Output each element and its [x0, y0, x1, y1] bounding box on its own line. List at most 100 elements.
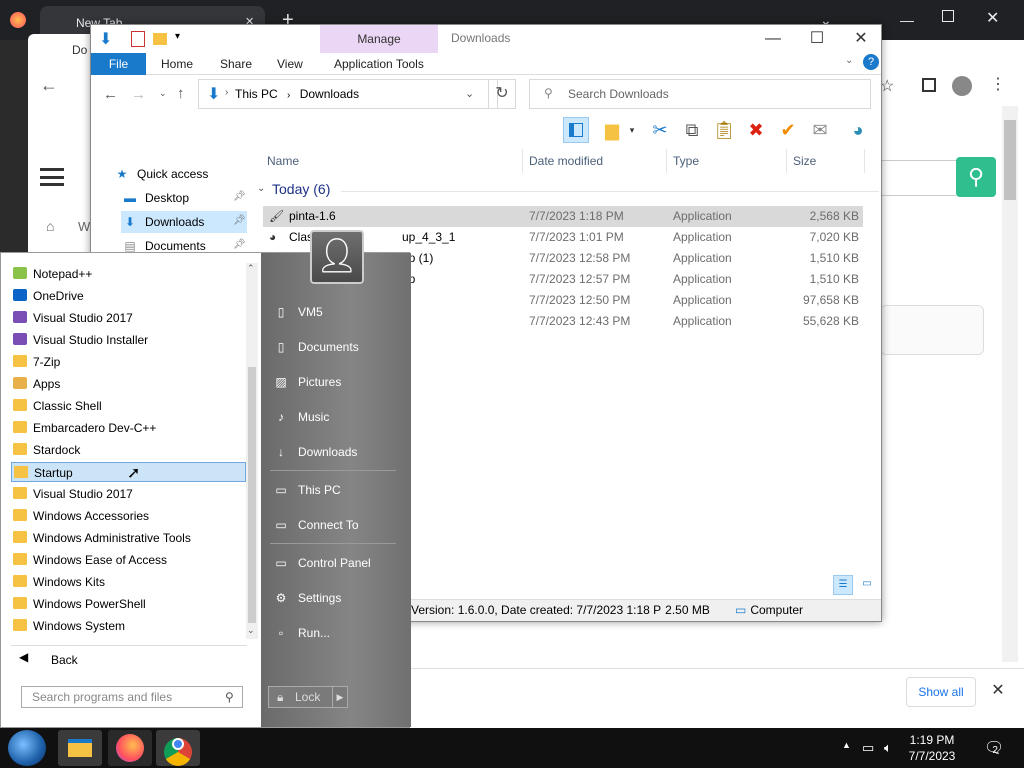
- window-close-icon[interactable]: ✕: [986, 8, 999, 28]
- column-header-date[interactable]: Date modified: [523, 149, 667, 173]
- cut-icon[interactable]: ✂: [647, 117, 673, 143]
- explorer-search-input[interactable]: ⚲ Search Downloads: [529, 79, 871, 109]
- web-search-input[interactable]: [876, 160, 956, 196]
- inner-tab-fragment[interactable]: Do: [28, 34, 98, 66]
- program-item[interactable]: 7-Zip: [11, 352, 246, 372]
- start-shortcut-connect-to[interactable]: ▭ Connect To: [272, 512, 402, 538]
- window-minimize-icon[interactable]: —: [900, 12, 914, 28]
- web-breadcrumb[interactable]: W: [78, 219, 90, 234]
- nav-back-icon[interactable]: ←: [103, 86, 118, 103]
- network-icon[interactable]: ▭: [862, 740, 874, 756]
- start-shortcut-this-pc[interactable]: ▭ This PC: [272, 477, 402, 503]
- notification-center-icon[interactable]: 🗨︎2: [984, 738, 1004, 758]
- explorer-minimize-button[interactable]: —: [751, 25, 795, 53]
- nav-up-icon[interactable]: ↑: [177, 85, 185, 102]
- new-folder-icon[interactable]: [153, 33, 167, 45]
- start-shortcut-run[interactable]: ▫ Run...: [272, 620, 402, 646]
- email-icon[interactable]: ✉: [807, 117, 833, 143]
- ribbon-tab-view[interactable]: View: [277, 53, 303, 75]
- browser-scroll-thumb[interactable]: [1004, 120, 1016, 200]
- address-segment-downloads[interactable]: Downloads: [300, 87, 359, 101]
- program-item[interactable]: Embarcadero Dev-C++: [11, 418, 246, 438]
- folder-options-dropdown-icon[interactable]: ▾: [619, 117, 645, 143]
- program-item[interactable]: Windows System: [11, 616, 246, 636]
- program-item[interactable]: Visual Studio 2017: [11, 308, 246, 328]
- scroll-down-icon[interactable]: ⌄: [247, 625, 255, 636]
- file-row[interactable]: 🖌︎ pinta-1.6 7/7/2023 1:18 PM Application 2,…: [263, 206, 863, 227]
- program-item[interactable]: Visual Studio Installer: [11, 330, 246, 350]
- program-item[interactable]: Windows Administrative Tools: [11, 528, 246, 548]
- help-icon[interactable]: ?: [863, 54, 879, 70]
- sidebar-toggle-icon[interactable]: [922, 78, 936, 92]
- program-item[interactable]: OneDrive: [11, 286, 246, 306]
- taskbar-chrome-icon[interactable]: [156, 730, 200, 766]
- profile-avatar-icon[interactable]: [952, 76, 972, 96]
- properties-icon[interactable]: [131, 31, 145, 47]
- customize-qat-icon[interactable]: ▾: [175, 31, 180, 42]
- shutdown-options-icon[interactable]: ▶: [332, 686, 348, 708]
- taskbar-explorer-icon[interactable]: [58, 730, 102, 766]
- program-item[interactable]: Windows PowerShell: [11, 594, 246, 614]
- start-shortcut-pictures[interactable]: ▨ Pictures: [272, 369, 402, 395]
- refresh-button[interactable]: ↻: [488, 79, 516, 109]
- download-bar-close-icon[interactable]: ✕: [988, 680, 1008, 700]
- taskbar-clock[interactable]: 1:19 PM 7/7/2023: [902, 732, 962, 764]
- program-item[interactable]: Stardock: [11, 440, 246, 460]
- properties-check-icon[interactable]: ✔: [775, 117, 801, 143]
- program-item[interactable]: Classic Shell: [11, 396, 246, 416]
- ribbon-tab-share[interactable]: Share: [220, 53, 252, 75]
- copy-icon[interactable]: ⧉: [679, 117, 705, 143]
- nav-item-downloads[interactable]: ⬇ Downloads: [121, 211, 204, 233]
- start-shortcut-control-panel[interactable]: ▭ Control Panel: [272, 550, 402, 576]
- column-header-size[interactable]: Size: [787, 149, 865, 173]
- recent-locations-icon[interactable]: ⌄: [159, 88, 167, 99]
- explorer-maximize-button[interactable]: ☐: [795, 25, 839, 53]
- nav-forward-icon[interactable]: →: [131, 86, 146, 103]
- explorer-close-button[interactable]: ✕: [839, 25, 883, 53]
- group-header[interactable]: Today (6): [272, 181, 330, 197]
- bookmark-star-icon[interactable]: ☆: [880, 76, 894, 96]
- program-scroll-thumb[interactable]: [248, 367, 256, 623]
- large-icons-view-icon[interactable]: ▭: [857, 575, 877, 595]
- delete-icon[interactable]: ✖: [743, 117, 769, 143]
- user-avatar-icon[interactable]: 👤︎: [310, 230, 364, 284]
- start-orb-icon[interactable]: [8, 730, 46, 766]
- ribbon-tab-home[interactable]: Home: [161, 53, 193, 75]
- scroll-up-icon[interactable]: ⌃: [247, 263, 255, 274]
- paste-icon[interactable]: 📋︎: [711, 117, 737, 143]
- start-shortcut-documents[interactable]: ▯ Documents: [272, 334, 402, 360]
- back-button[interactable]: Back: [11, 649, 251, 671]
- menu-kebab-icon[interactable]: ⋮: [990, 74, 1006, 94]
- program-item[interactable]: Windows Kits: [11, 572, 246, 592]
- start-shortcut-settings[interactable]: ⚙ Settings: [272, 585, 402, 611]
- program-item[interactable]: Windows Ease of Access: [11, 550, 246, 570]
- address-bar[interactable]: ⬇ › This PC › Downloads ⌄: [198, 79, 498, 109]
- show-all-button[interactable]: Show all: [906, 677, 976, 707]
- column-header-type[interactable]: Type: [667, 149, 787, 173]
- program-item[interactable]: Apps: [11, 374, 246, 394]
- window-maximize-icon[interactable]: [942, 10, 954, 22]
- program-item[interactable]: Notepad++: [11, 264, 246, 284]
- ribbon-tab-file[interactable]: File: [91, 53, 146, 75]
- start-shortcut-vm5[interactable]: ▯ VM5: [272, 299, 402, 325]
- taskbar-firefox-icon[interactable]: [108, 730, 152, 766]
- details-view-icon[interactable]: ☰: [833, 575, 853, 595]
- nav-item-desktop[interactable]: ▬ Desktop: [121, 187, 189, 209]
- network-globe-icon[interactable]: ◕: [845, 117, 871, 143]
- navigation-pane-icon[interactable]: [563, 117, 589, 143]
- start-search-input[interactable]: Search programs and files: [21, 686, 243, 708]
- ribbon-tab-application-tools[interactable]: Application Tools: [334, 53, 424, 75]
- start-shortcut-music[interactable]: ♪ Music: [272, 404, 402, 430]
- address-dropdown-icon[interactable]: ⌄: [465, 87, 474, 100]
- address-segment-this-pc[interactable]: This PC: [235, 87, 278, 101]
- back-arrow-icon[interactable]: ←: [40, 75, 58, 96]
- start-shortcut-downloads[interactable]: ↓ Downloads: [272, 439, 402, 465]
- lock-button[interactable]: 🔒︎ Lock: [268, 686, 336, 708]
- ribbon-expand-icon[interactable]: ⌄: [845, 55, 853, 66]
- column-header-name[interactable]: Name: [261, 149, 523, 173]
- hamburger-icon[interactable]: [40, 168, 64, 186]
- program-item[interactable]: Visual Studio 2017: [11, 484, 246, 504]
- home-icon[interactable]: ⌂: [46, 218, 54, 234]
- volume-muted-icon[interactable]: 🔈︎: [884, 740, 892, 756]
- tray-overflow-icon[interactable]: ▲: [842, 740, 851, 750]
